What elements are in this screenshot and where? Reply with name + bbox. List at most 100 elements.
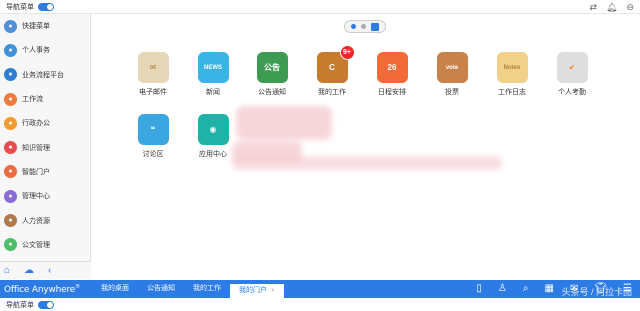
taskbar: Office Anywhere® 我的桌面 公告通知 我的工作 我的门户 × ▯ ♙ ⌕…: [0, 280, 640, 298]
page-dot-active[interactable]: [351, 24, 356, 29]
app-label: 公告通知: [258, 89, 286, 96]
office-icon: ●: [4, 116, 17, 130]
app-label: 应用中心: [199, 151, 227, 158]
calendar-icon[interactable]: 26: [376, 52, 408, 83]
admin-icon: ●: [4, 189, 17, 203]
app-tile[interactable]: NEWS 新闻: [188, 52, 238, 97]
app-tile[interactable]: 公告 公告通知: [247, 52, 297, 97]
footer-nav-menu-toggle[interactable]: [38, 300, 54, 309]
page-dot[interactable]: [361, 24, 366, 29]
taskbar-tab[interactable]: 公告通知: [138, 280, 184, 298]
app-label: 工作日志: [498, 89, 526, 96]
app-label: 我的工作: [318, 89, 346, 96]
sidebar-bottom-bar: ⌂ ☁ ‹: [0, 261, 91, 279]
grid-view-icon[interactable]: [371, 22, 379, 31]
app-tile[interactable]: ✉ 电子邮件: [128, 52, 178, 97]
sidebar-item-label: 智能门户: [22, 168, 50, 176]
nav-menu-label: 导航菜单: [6, 3, 34, 11]
sidebar-item[interactable]: ● 业务流程平台: [0, 63, 90, 87]
main-desktop: ✉ 电子邮件 NEWS 新闻 公告公告通知 C 9+ 我的工作 26 日程安排 vote 投票 Note…: [92, 14, 640, 279]
taskbar-tab[interactable]: 我的门户 ×: [230, 284, 284, 298]
nav-menu-toggle[interactable]: [38, 2, 54, 11]
search-icon[interactable]: ⌕: [523, 280, 529, 298]
news-icon[interactable]: NEWS: [197, 52, 229, 83]
user-switch-icon[interactable]: ⇄: [589, 1, 597, 13]
sidebar-item[interactable]: ● 快捷菜单: [0, 14, 90, 38]
app-tile[interactable]: ❝ 讨论区: [128, 114, 178, 159]
sidebar-item-label: 管理中心: [22, 193, 50, 201]
app-tile[interactable]: ✔ 个人考勤: [547, 52, 597, 97]
app-tile[interactable]: ◉ 应用中心: [188, 114, 238, 159]
apps-icon[interactable]: ▦: [544, 280, 553, 298]
sidebar: ● 快捷菜单 ● 个人事务 ● 业务流程平台 ● 工作流 ● 行政办公 ● 知识管理 ● 智能门户 ● 管理中…: [0, 14, 91, 279]
taskbar-tab-label: 我的门户: [239, 287, 267, 294]
app-label: 日程安排: [378, 89, 406, 96]
workflow-platform-icon: ●: [4, 68, 17, 82]
collapse-left-icon[interactable]: ‹: [48, 265, 51, 276]
app-tile[interactable]: C 9+ 我的工作: [307, 45, 357, 97]
my-work-icon[interactable]: C 9+: [316, 45, 355, 83]
page-indicator[interactable]: [344, 20, 386, 33]
vote-icon[interactable]: vote: [436, 52, 468, 83]
sidebar-item[interactable]: ● 智能门户: [0, 160, 90, 184]
workflow-icon: ●: [4, 92, 17, 106]
app-glyph: ❝: [150, 125, 156, 134]
app-glyph: vote: [445, 64, 459, 71]
redaction-blur: [236, 106, 332, 140]
discussion-icon[interactable]: ❝: [137, 114, 169, 145]
notice-icon[interactable]: 公告: [256, 52, 288, 83]
sidebar-item[interactable]: ● 公文管理: [0, 233, 90, 257]
notification-badge: 9+: [339, 45, 355, 60]
sidebar-item[interactable]: ● 管理中心: [0, 184, 90, 208]
quick-menu-icon: ●: [4, 19, 17, 33]
app-label: 讨论区: [142, 151, 164, 158]
sidebar-item-label: 个人事务: [22, 47, 50, 55]
brand-name: Office Anywhere: [4, 284, 76, 295]
app-glyph: 公告: [264, 63, 280, 72]
sidebar-item[interactable]: ● 个人事务: [0, 38, 90, 62]
bell-icon[interactable]: 🔔︎: [606, 1, 617, 13]
sidebar-item-label: 业务流程平台: [22, 71, 64, 79]
close-icon[interactable]: ×: [271, 288, 275, 294]
attendance-icon[interactable]: ✔: [556, 52, 588, 83]
sidebar-item[interactable]: ● 行政办公: [0, 111, 90, 135]
sidebar-item-label: 公文管理: [22, 241, 50, 249]
email-icon[interactable]: ✉: [137, 52, 169, 83]
app-tile[interactable]: Notes 工作日志: [487, 52, 537, 97]
app-glyph: C: [329, 63, 335, 72]
knowledge-icon: ●: [4, 141, 17, 155]
app-glyph: 26: [387, 63, 397, 72]
document-mgmt-icon: ●: [4, 238, 17, 252]
sidebar-item-label: 工作流: [22, 96, 43, 104]
app-label: 个人考勤: [558, 89, 586, 96]
taskbar-tab[interactable]: 我的桌面: [92, 280, 138, 298]
sidebar-list: ● 快捷菜单 ● 个人事务 ● 业务流程平台 ● 工作流 ● 行政办公 ● 知识管理 ● 智能门户 ● 管理中…: [0, 14, 90, 257]
mobile-icon[interactable]: ▯: [476, 280, 482, 298]
app-glyph: NEWS: [204, 64, 222, 71]
sidebar-item-label: 行政办公: [22, 120, 50, 128]
sidebar-item-label: 知识管理: [22, 144, 50, 152]
app-tile[interactable]: 26 日程安排: [367, 52, 417, 97]
top-bar: 导航菜单 ⇄ 🔔︎ ⊖: [0, 0, 640, 14]
sidebar-item[interactable]: ● 知识管理: [0, 135, 90, 159]
sidebar-item[interactable]: ● 工作流: [0, 87, 90, 111]
app-label: 电子邮件: [139, 89, 167, 96]
watermark-text: 头条号 / 阿拉卡图: [561, 287, 632, 297]
home-icon[interactable]: ⌂: [4, 265, 10, 276]
top-right-icons: ⇄ 🔔︎ ⊖: [589, 1, 634, 13]
brand-mark: ®: [75, 283, 80, 290]
app-tile[interactable]: vote 投票: [427, 52, 477, 97]
app-center-icon[interactable]: ◉: [197, 114, 229, 145]
cloud-icon[interactable]: ☁: [24, 265, 34, 276]
app-glyph: ◉: [209, 125, 217, 134]
user-icon[interactable]: ♙: [498, 280, 507, 298]
sidebar-item[interactable]: ● 人力资源: [0, 208, 90, 232]
app-label: 投票: [445, 89, 459, 96]
footer-bar: 导航菜单: [0, 298, 640, 311]
minimize-icon[interactable]: ⊖: [626, 1, 634, 13]
taskbar-tab[interactable]: 我的工作: [184, 280, 230, 298]
sidebar-item-label: 人力资源: [22, 217, 50, 225]
app-label: 新闻: [206, 89, 220, 96]
redaction-blur: [232, 156, 502, 170]
worklog-icon[interactable]: Notes: [496, 52, 528, 83]
